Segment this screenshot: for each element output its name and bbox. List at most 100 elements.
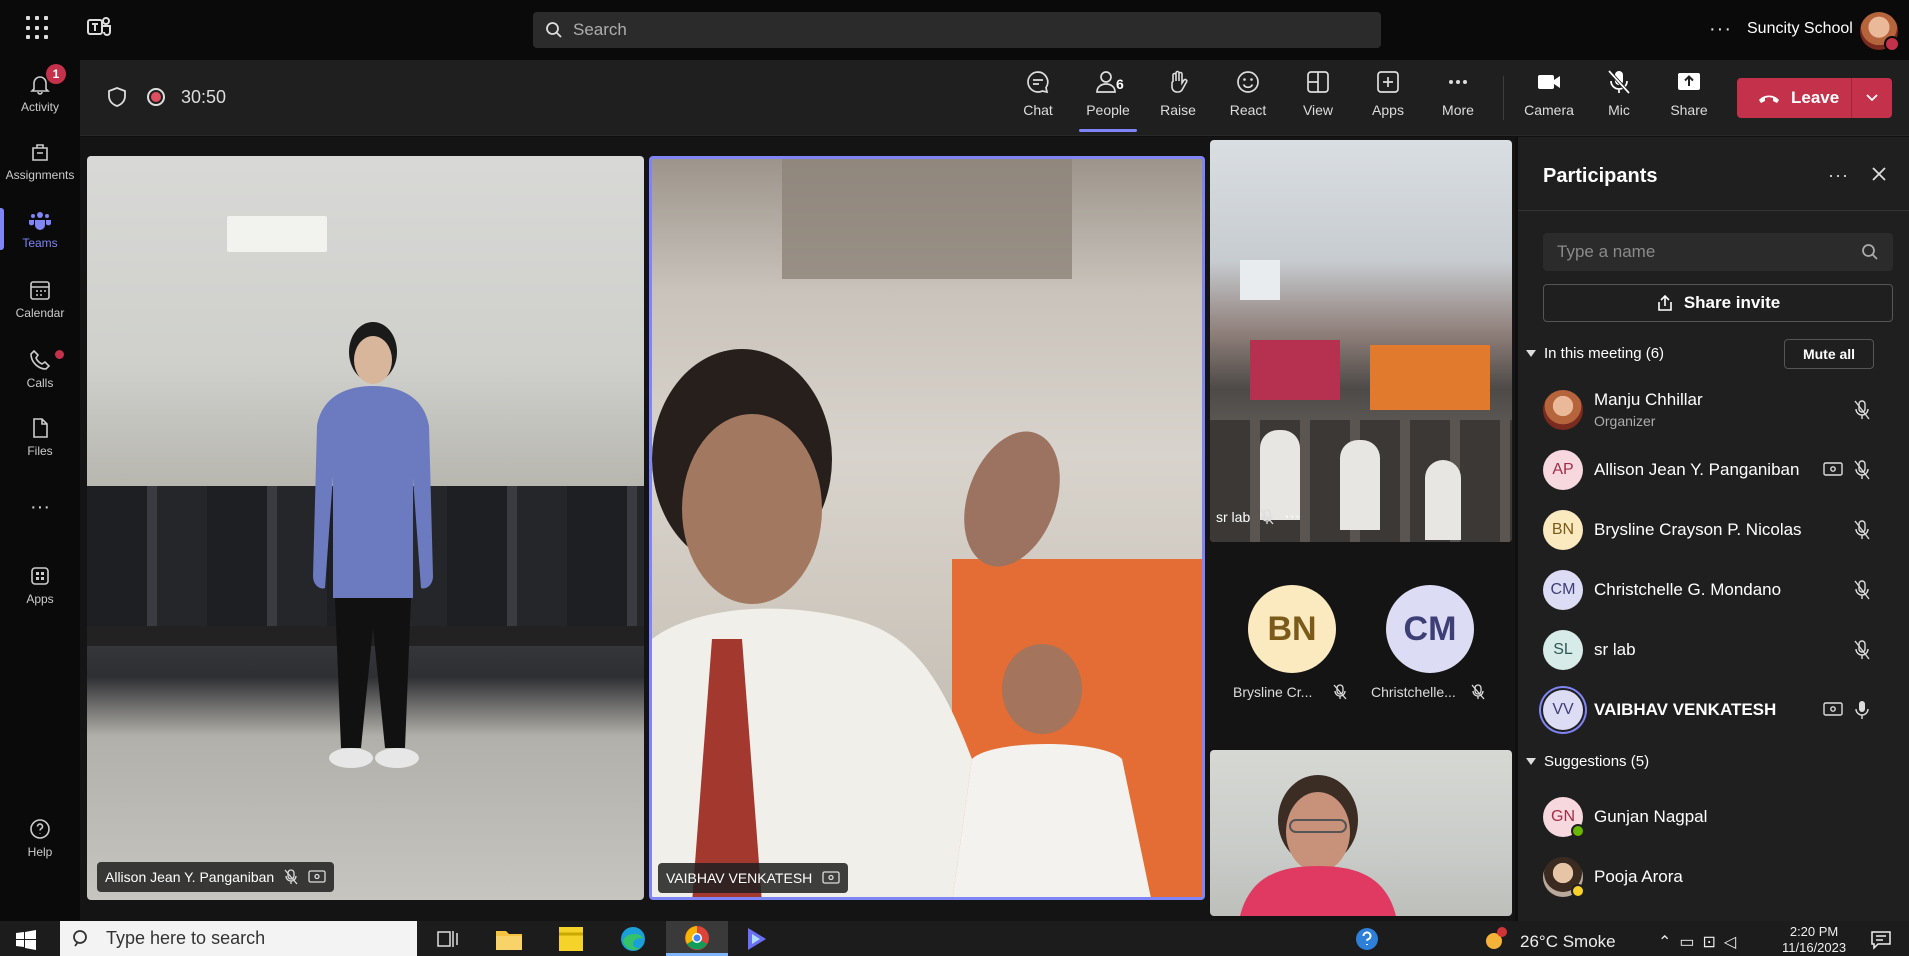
teams-icon [29,212,51,230]
participant-row[interactable]: CM Christchelle G. Mondano [1518,560,1909,620]
participants-more-icon[interactable]: ··· [1828,165,1849,186]
notifications-icon[interactable] [1870,930,1892,950]
rail-item-activity[interactable]: Activity 1 [0,60,80,126]
participant-row[interactable]: VV VAIBHAV VENKATESH [1518,680,1909,740]
more-button[interactable]: More [1426,68,1490,128]
weather-text[interactable]: 26°C Smoke [1520,932,1616,952]
camera-button[interactable]: Camera [1517,68,1581,128]
tile-more-icon[interactable]: ··· [1284,508,1300,526]
camera-label: Camera [1524,102,1574,118]
mic-off-icon[interactable] [1853,580,1871,600]
weather-sun-icon [1486,927,1507,949]
people-button[interactable]: 6 People [1076,68,1140,128]
rail-item-files[interactable]: Files [0,404,80,470]
mic-off-icon[interactable] [1853,640,1871,660]
organizer-video [1240,775,1396,916]
share-invite-button[interactable]: Share invite [1543,284,1893,322]
windows-start-icon[interactable] [16,930,36,950]
participant-row[interactable]: BN Brysline Crayson P. Nicolas [1518,500,1909,560]
suggestion-row[interactable]: Pooja Arora [1518,847,1909,907]
leave-main[interactable]: Leave [1737,88,1851,108]
chat-label: Chat [1023,102,1053,118]
share-button[interactable]: Share [1657,68,1721,128]
rail-label-help: Help [27,845,53,859]
org-name[interactable]: Suncity School [1747,20,1853,38]
ac-unit [1240,260,1280,300]
taskbar-active-app[interactable] [666,921,728,956]
edge-browser-icon[interactable] [618,926,648,952]
rail-item-apps[interactable]: Apps [0,552,80,618]
mic-off-icon[interactable] [1853,520,1871,540]
help-tray-icon[interactable] [1352,926,1382,952]
profile-avatar[interactable] [1860,12,1900,52]
rail-item-calls[interactable]: Calls [0,336,80,402]
rail-item-teams[interactable]: Teams [0,196,80,262]
avatar: AP [1543,450,1583,490]
rail-item-assignments[interactable]: Assignments [0,128,80,194]
video-tile-srlab[interactable]: sr lab ··· [1210,140,1512,542]
smiley-icon [1237,71,1259,93]
leave-options-chevron-icon[interactable] [1852,93,1892,103]
collapse-triangle-icon [1526,349,1536,357]
file-explorer-icon[interactable] [494,926,524,952]
mute-all-button[interactable]: Mute all [1784,339,1874,369]
rail-item-calendar[interactable]: Calendar [0,266,80,332]
rail-label-apps: Apps [26,592,54,606]
participant-name: VAIBHAV VENKATESH [1594,700,1777,719]
clock[interactable]: 2:20 PM 11/16/2023 [1782,924,1846,956]
mic-button[interactable]: Mic [1587,68,1651,128]
sticky-notes-icon[interactable] [556,926,586,952]
title-bar: Search ··· Suncity School [0,0,1909,60]
suggestions-header[interactable]: Suggestions (5) [1526,753,1649,770]
avatar [1543,390,1583,430]
tile-name-text: Allison Jean Y. Panganiban [105,869,275,885]
share-screen-icon [1678,73,1700,90]
rail-label-assignments: Assignments [5,168,75,182]
rail-more-icon[interactable]: ··· [0,474,80,540]
react-button[interactable]: React [1216,68,1280,128]
video-tile-vaibhav[interactable]: VAIBHAV VENKATESH [649,156,1205,900]
rail-label-teams: Teams [22,236,58,250]
participant-search-input[interactable]: Type a name [1543,233,1893,271]
avatar-cm[interactable]: CM [1386,585,1474,673]
taskbar-search[interactable]: Type here to search [60,921,417,956]
participant-name: Pooja Arora [1594,867,1683,886]
apps-button[interactable]: Apps [1356,68,1420,128]
leave-button[interactable]: Leave [1737,78,1892,118]
mic-off-icon[interactable] [1853,400,1871,420]
mic-off-icon [1333,684,1347,700]
in-meeting-header[interactable]: In this meeting (6) [1526,345,1664,362]
video-tile-manju[interactable] [1210,750,1512,916]
more-options-icon[interactable]: ··· [1709,18,1732,41]
mic-label: Mic [1608,102,1630,118]
view-button[interactable]: View [1286,68,1350,128]
shield-icon[interactable] [106,86,128,108]
mic-on-icon[interactable] [1853,700,1871,720]
participant-row[interactable]: SL sr lab [1518,620,1909,680]
video-tile-allison[interactable]: Allison Jean Y. Panganiban [87,156,644,900]
rail-item-help[interactable]: Help [0,805,80,871]
suggestion-row[interactable]: GN Gunjan Nagpal [1518,787,1909,847]
close-icon[interactable] [1870,165,1888,183]
more-label: More [1442,102,1474,118]
search-icon [546,22,562,38]
avatar-bn[interactable]: BN [1248,585,1336,673]
tray-icons[interactable]: ⌃▭⊡◁ [1658,932,1744,952]
task-view-icon[interactable] [433,926,463,952]
participant-row[interactable]: AP Allison Jean Y. Panganiban [1518,440,1909,500]
layout-icon [1307,71,1329,93]
participant-name: sr lab [1594,640,1636,659]
participant-row[interactable]: Manju Chhillar Organizer [1518,380,1909,440]
search-bar[interactable]: Search [533,12,1381,48]
raise-hand-button[interactable]: Raise [1146,68,1210,128]
file-icon [33,418,48,438]
screen-share-icon [1823,702,1843,716]
toolbar-divider [1503,76,1504,120]
rail-label-files: Files [27,444,53,458]
bulletin-board-right [1370,345,1490,410]
mic-off-icon[interactable] [1853,460,1871,480]
chat-button[interactable]: Chat [1006,68,1070,128]
media-player-icon[interactable] [742,926,772,952]
add-app-icon [1377,71,1399,93]
app-launcher-icon[interactable] [26,16,50,40]
